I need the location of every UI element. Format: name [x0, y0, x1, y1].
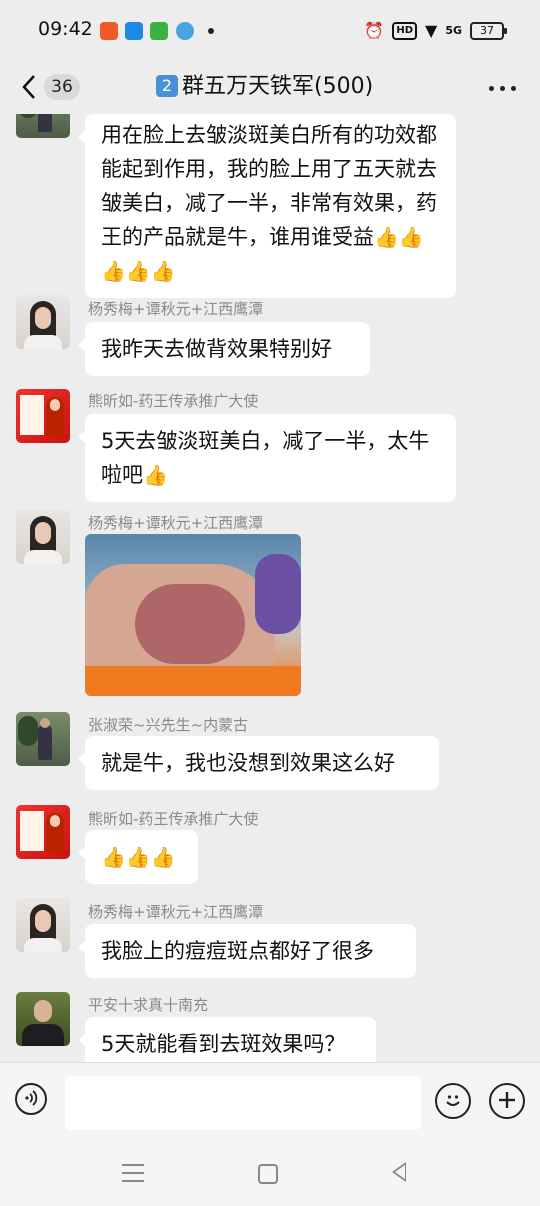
chat-header: 36 2 群五万天铁军(500) — [0, 62, 540, 114]
plus-icon — [499, 1092, 515, 1108]
thumbs-up-icon: 👍 — [143, 463, 168, 487]
thumbs-up-icon: 👍👍👍 — [101, 845, 176, 869]
group-number-badge: 2 — [156, 75, 178, 97]
wifi-icon: ▼ — [425, 21, 438, 40]
message-bubble[interactable]: 👍👍👍 — [78, 830, 198, 884]
message-bubble[interactable]: 5天去皱淡斑美白，减了一半，太牛啦吧👍 — [78, 414, 456, 502]
message-list[interactable]: 用在脸上去皱淡斑美白所有的功效都能起到作用，我的脸上用了五天就去皱美白，减了一半… — [0, 114, 540, 1062]
sender-name: 杨秀梅+谭秋元+江西鹰潭 — [88, 514, 264, 532]
message-bubble[interactable]: 5天就能看到去斑效果吗？ — [78, 1017, 376, 1062]
avatar[interactable] — [16, 992, 70, 1046]
avatar[interactable] — [16, 712, 70, 766]
home-icon[interactable] — [258, 1164, 278, 1184]
group-name: 群五万天铁军(500) — [182, 74, 374, 99]
message-text: 就是牛，我也没想到效果这么好 — [101, 751, 395, 775]
avatar[interactable] — [16, 805, 70, 859]
back-icon[interactable] — [392, 1162, 406, 1182]
signal-5g-icon: 5G — [445, 24, 462, 37]
message-text: 我脸上的痘痘斑点都好了很多 — [101, 939, 374, 963]
message-image[interactable] — [85, 534, 301, 696]
message-bubble[interactable]: 用在脸上去皱淡斑美白所有的功效都能起到作用，我的脸上用了五天就去皱美白，减了一半… — [78, 114, 456, 298]
more-options-icon[interactable] — [489, 86, 516, 91]
hd-icon: HD — [392, 22, 417, 40]
message-bubble[interactable]: 我脸上的痘痘斑点都好了很多 — [78, 924, 416, 978]
sender-name: 杨秀梅+谭秋元+江西鹰潭 — [88, 300, 264, 318]
message-input[interactable] — [65, 1076, 421, 1130]
video-app-icon — [100, 22, 118, 40]
sender-name: 熊昕如-药王传承推广大使 — [88, 810, 259, 828]
voice-input-button[interactable] — [15, 1083, 47, 1115]
avatar[interactable] — [16, 295, 70, 349]
message-text: 5天就能看到去斑效果吗？ — [101, 1032, 346, 1056]
emoji-button[interactable] — [435, 1083, 471, 1119]
input-bar — [0, 1062, 540, 1143]
notification-dot — [208, 28, 214, 34]
recent-apps-icon[interactable] — [122, 1164, 144, 1188]
avatar[interactable] — [16, 898, 70, 952]
status-icons: ⏰ HD ▼ 5G 37 — [364, 20, 507, 42]
more-actions-button[interactable] — [489, 1083, 525, 1119]
avatar[interactable] — [16, 389, 70, 443]
battery-icon: 37 — [470, 22, 507, 40]
voice-icon — [25, 1090, 38, 1106]
status-bar: 09:42 ⏰ HD ▼ 5G 37 — [0, 0, 540, 62]
back-arrow-icon[interactable] — [18, 72, 44, 102]
unread-count-badge[interactable]: 36 — [44, 74, 80, 100]
sender-name: 杨秀梅+谭秋元+江西鹰潭 — [88, 903, 264, 921]
sender-name: 熊昕如-药王传承推广大使 — [88, 392, 259, 410]
alarm-icon: ⏰ — [364, 21, 385, 40]
avatar[interactable] — [16, 114, 70, 138]
message-bubble[interactable]: 就是牛，我也没想到效果这么好 — [78, 736, 439, 790]
system-nav-bar — [0, 1142, 540, 1206]
avatar[interactable] — [16, 510, 70, 564]
message-bubble[interactable]: 我昨天去做背效果特别好 — [78, 322, 370, 376]
clock: 09:42 — [38, 18, 93, 40]
sender-name: 张淑荣~兴先生~内蒙古 — [88, 716, 249, 734]
emoji-icon — [446, 1095, 460, 1106]
message-text: 我昨天去做背效果特别好 — [101, 337, 332, 361]
browser-app-icon — [176, 22, 194, 40]
store-app-icon — [150, 22, 168, 40]
sender-name: 平安十求真十南充 — [88, 996, 209, 1014]
chat-title[interactable]: 2 群五万天铁军(500) — [156, 72, 373, 102]
location-app-icon — [125, 22, 143, 40]
